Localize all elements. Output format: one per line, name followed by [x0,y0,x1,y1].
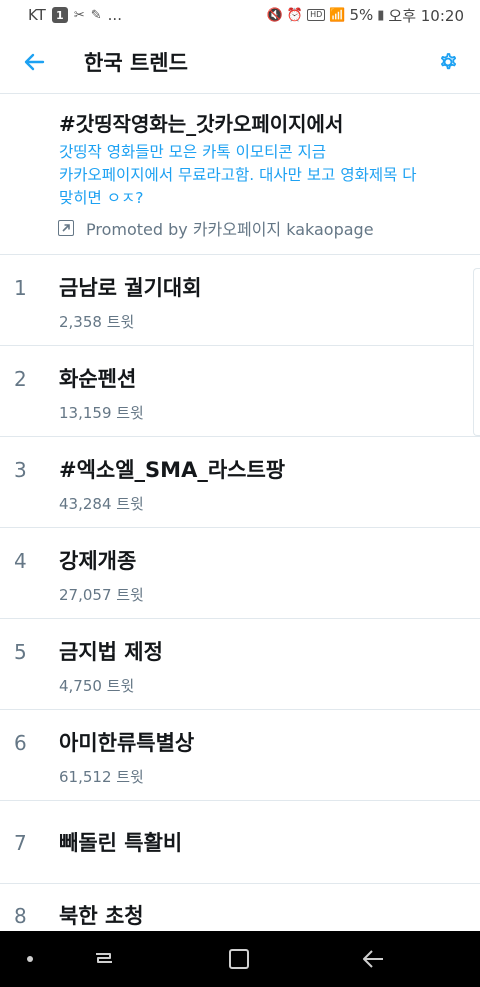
scrollbar-thumb[interactable] [473,268,480,436]
trend-name: 아미한류특별상 [59,731,195,755]
alarm-icon: ⏰ [286,7,304,23]
trend-rank: 7 [14,831,27,855]
trend-rank: 6 [14,731,27,755]
trend-item[interactable]: 1 금남로 궐기대회 2,358 트윗 [0,255,480,346]
pill-icon: ✎ [90,7,102,23]
promoted-by-label: Promoted by 카카오페이지 kakaopage [86,220,374,239]
promoted-description: 갓띵작 영화들만 모은 카톡 이모티콘 지금 카카오페이지에서 무료라고함. 대… [59,141,462,210]
trend-item[interactable]: 2 화순펜션 13,159 트윗 [0,346,480,437]
promoted-description-line: 맞히면 ㅇㅈ? [59,189,144,207]
trend-name: 북한 초청 [59,904,144,928]
trend-tweet-count: 4,750 트윗 [59,677,135,695]
recent-apps-icon[interactable] [90,945,118,973]
back-nav-icon[interactable] [360,945,388,973]
settings-button[interactable] [430,44,466,80]
missed-call-icon: ✂ [73,7,85,23]
home-button-icon[interactable] [225,945,253,973]
trend-name: 화순펜션 [59,367,137,391]
status-right: 🔇 ⏰ HD 📶 5% ▮ 오후 10:20 [267,5,464,26]
back-button[interactable] [12,40,56,84]
promoted-description-line: 갓띵작 영화들만 모은 카톡 이모티콘 지금 [59,143,327,161]
status-left: KT 1 ✂ ✎ ... [28,6,122,24]
app-header: 한국 트렌드 [0,30,480,94]
more-notifications-label: ... [107,6,122,24]
mute-icon: 🔇 [266,7,283,23]
status-bar: KT 1 ✂ ✎ ... 🔇 ⏰ HD 📶 5% ▮ 오후 10:20 [0,0,480,30]
trend-tweet-count: 13,159 트윗 [59,404,144,422]
trend-item[interactable]: 7 빼돌린 특활비 [0,801,480,884]
clock: 오후 10:20 [388,6,464,25]
trend-rank: 1 [14,276,27,300]
trend-tweet-count: 27,057 트윗 [59,586,144,604]
promoted-arrow-icon [58,220,74,236]
trend-tweet-count: 61,512 트윗 [59,768,144,786]
wifi-icon: 📶 [329,7,346,23]
trend-name: 금지법 제정 [59,640,163,664]
trend-name: 강제개종 [59,549,137,573]
trend-tweet-count: 43,284 트윗 [59,495,144,513]
notification-badge: 1 [51,7,68,23]
nav-dot-icon [27,956,33,962]
promoted-by-line: Promoted by 카카오페이지 kakaopage [58,216,462,240]
gear-icon [440,52,457,69]
hd-icon: HD [307,9,326,21]
page-title: 한국 트렌드 [84,50,188,75]
trend-tweet-count: 2,358 트윗 [59,313,135,331]
promoted-trend[interactable]: #갓띵작영화는_갓카오페이지에서 갓띵작 영화들만 모은 카톡 이모티콘 지금 … [0,96,480,255]
trend-rank: 8 [14,904,27,928]
promoted-title: #갓띵작영화는_갓카오페이지에서 [59,112,344,136]
carrier-label: KT [28,6,46,24]
trend-rank: 5 [14,640,27,664]
system-navigation-bar [0,931,480,987]
battery-icon: ▮ [377,7,385,23]
trend-item[interactable]: 4 강제개종 27,057 트윗 [0,528,480,619]
trend-name: #엑소엘_SMA_라스트팡 [59,458,286,482]
trend-rank: 3 [14,458,27,482]
battery-percent: 5% [349,6,374,24]
trend-item[interactable]: 3 #엑소엘_SMA_라스트팡 43,284 트윗 [0,437,480,528]
trend-rank: 2 [14,367,27,391]
trend-rank: 4 [14,549,27,573]
promoted-description-line: 카카오페이지에서 무료라고함. 대사만 보고 영화제목 다 [59,166,417,184]
trend-item[interactable]: 6 아미한류특별상 61,512 트윗 [0,710,480,801]
trend-item[interactable]: 5 금지법 제정 4,750 트윗 [0,619,480,710]
back-arrow-icon [24,53,45,70]
trend-name: 빼돌린 특활비 [59,831,183,855]
trend-name: 금남로 궐기대회 [59,276,202,300]
